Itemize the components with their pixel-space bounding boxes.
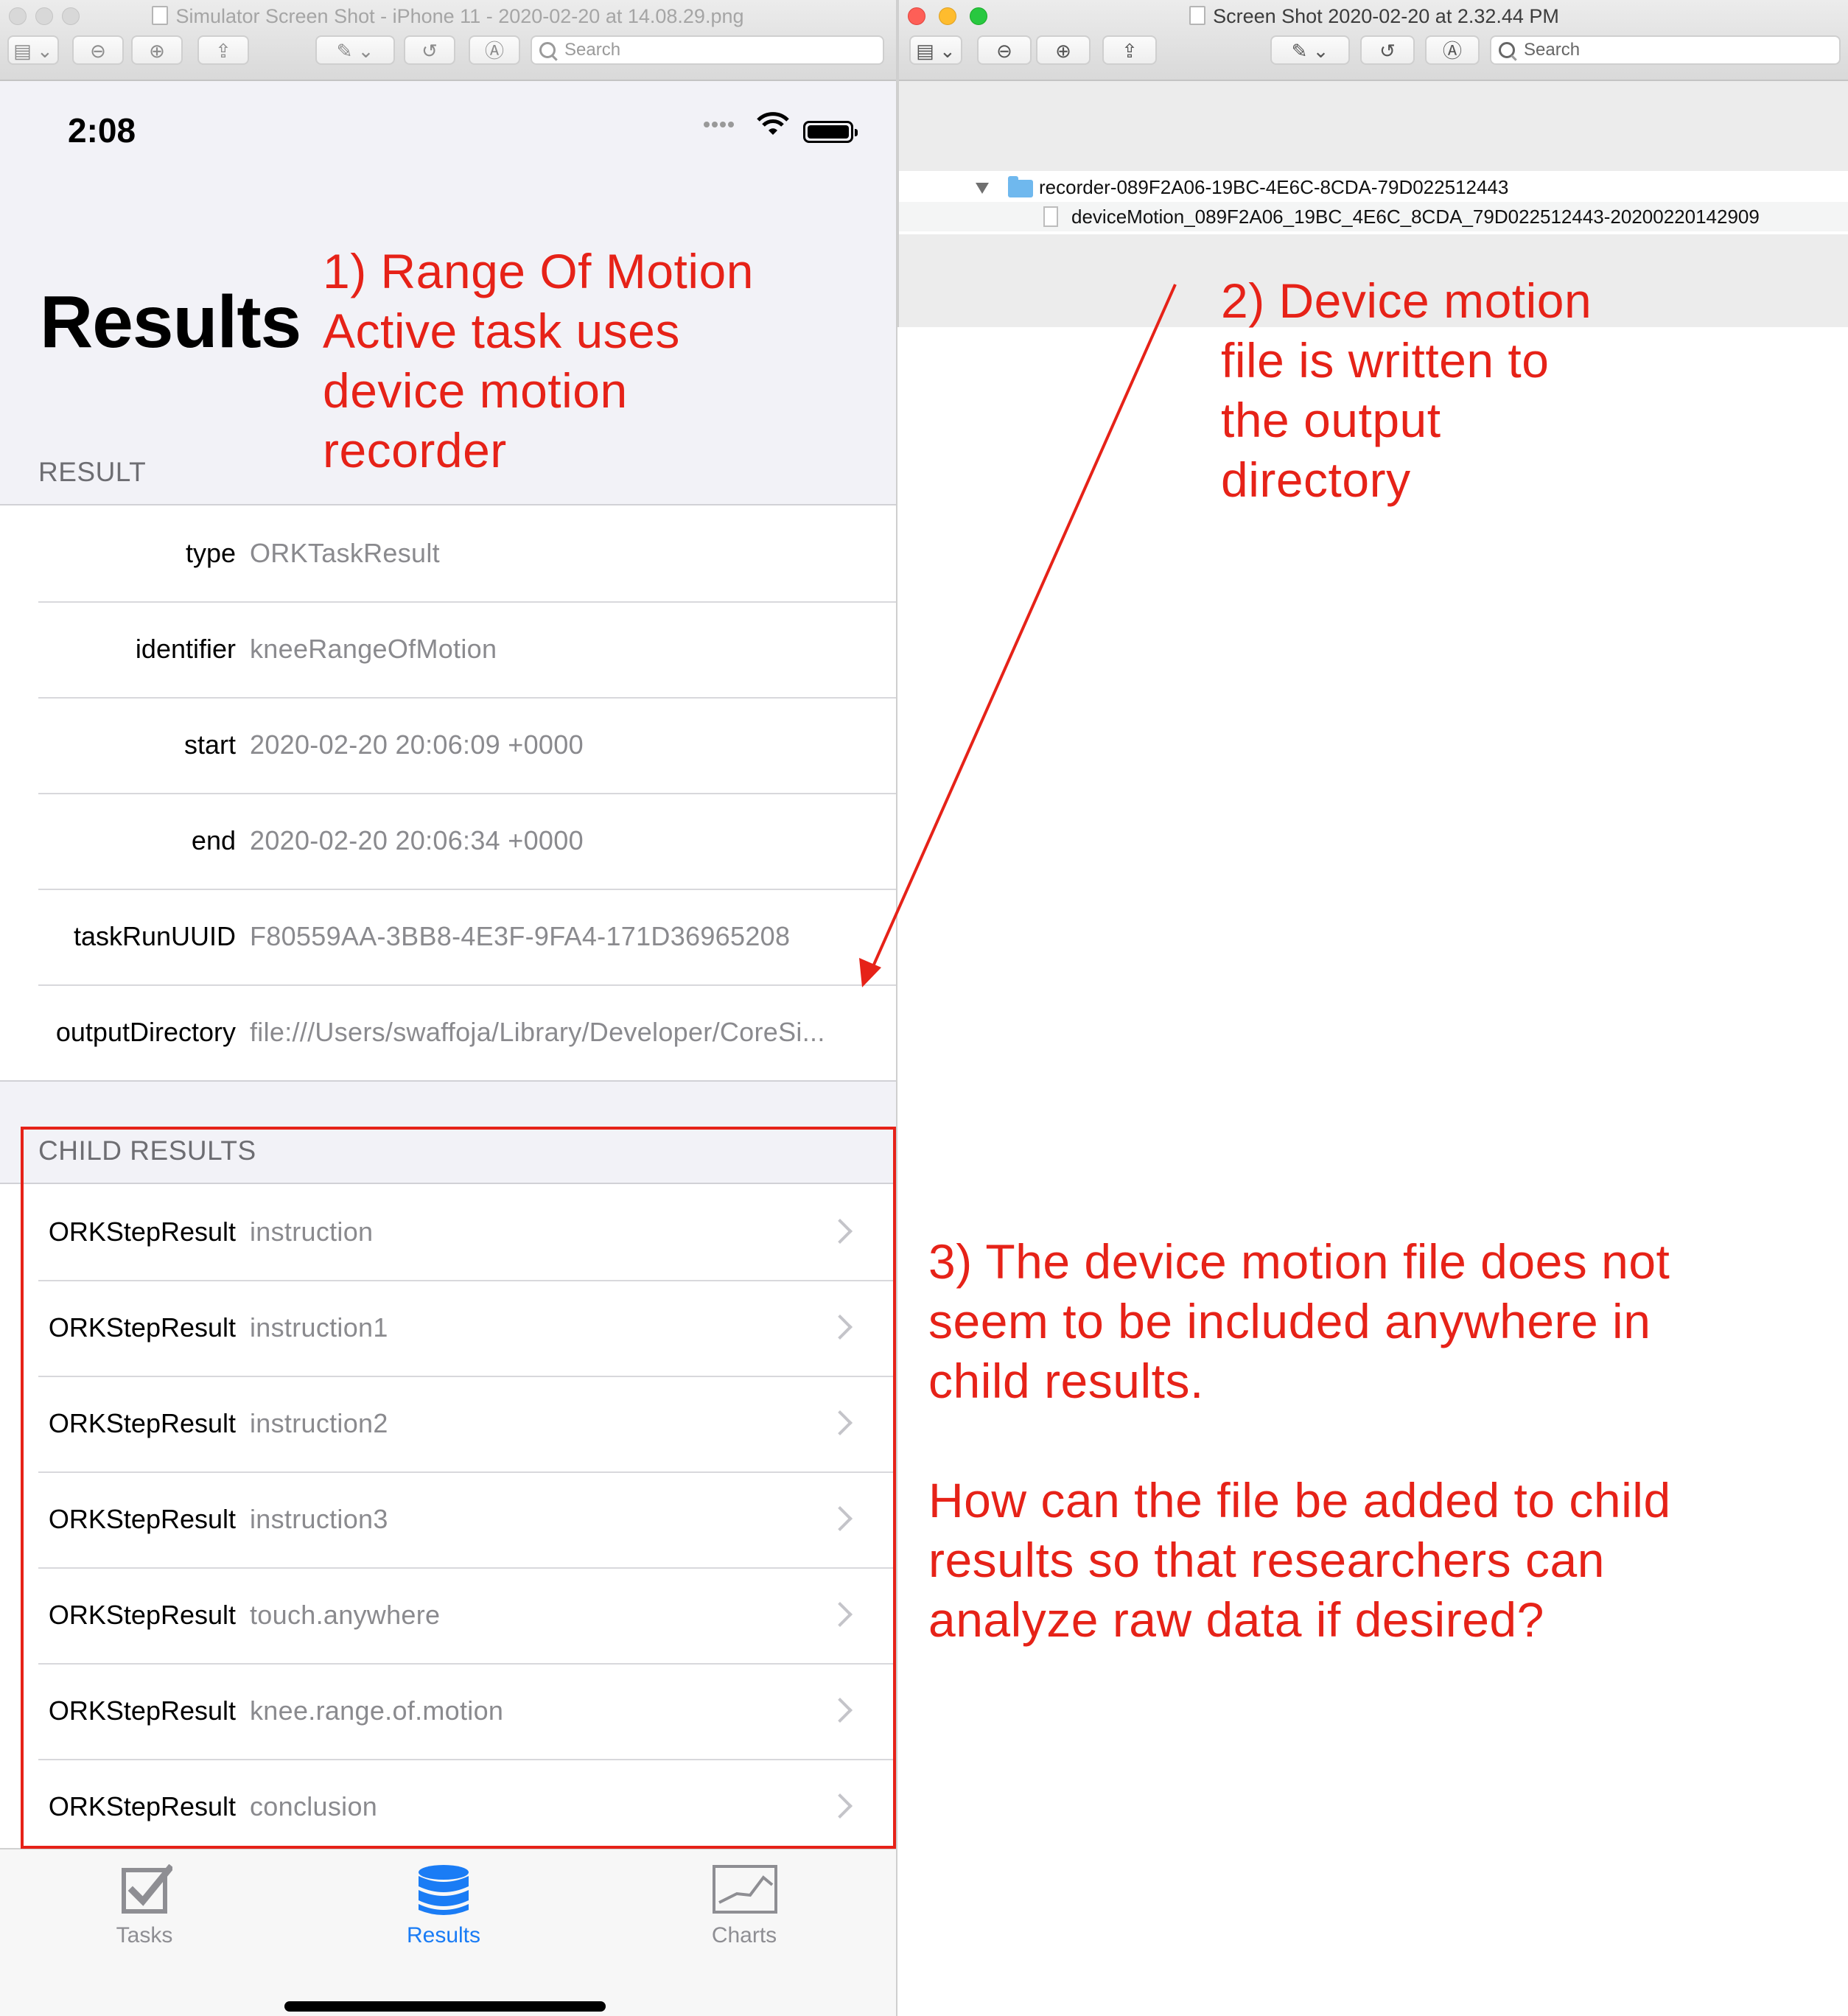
annotation-arrow [859, 284, 1177, 987]
